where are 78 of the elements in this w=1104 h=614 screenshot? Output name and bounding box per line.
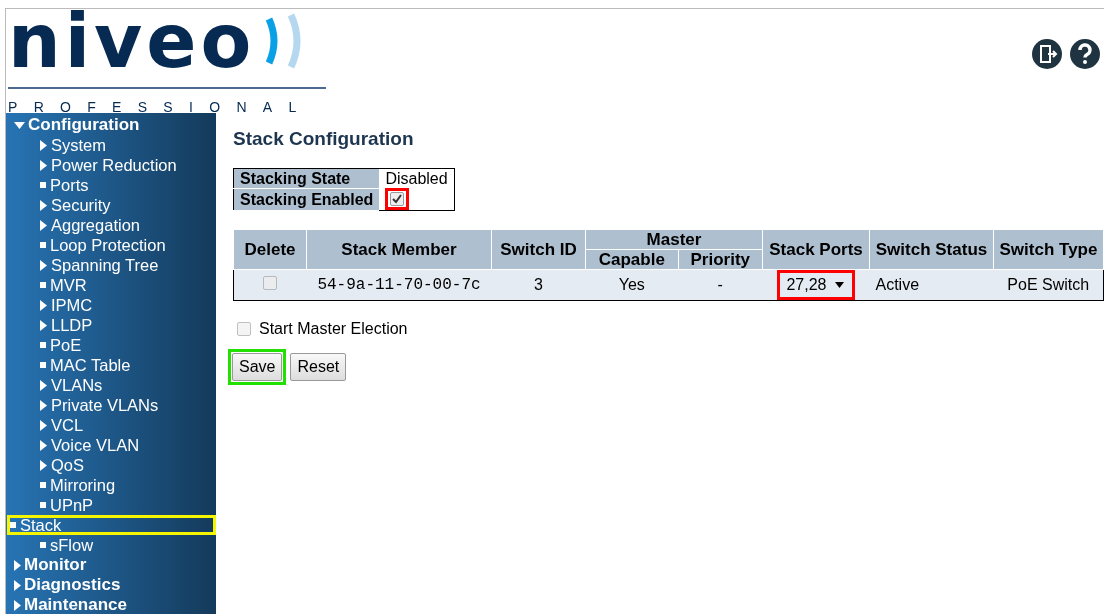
sidebar-subitem[interactable]: sFlow — [14, 535, 216, 555]
caret-right-icon — [40, 259, 47, 271]
sidebar-subitem[interactable]: Mirroring — [14, 475, 216, 495]
page-title: Stack Configuration — [233, 127, 415, 151]
checkbox[interactable] — [390, 192, 405, 206]
bullet-icon — [40, 182, 46, 188]
table-cell: 3 — [491, 269, 586, 301]
field-value: Disabled — [379, 168, 455, 188]
sidebar-item[interactable]: Monitor — [14, 555, 216, 575]
dropdown-arrow-icon — [834, 282, 844, 288]
form-button[interactable]: Save — [232, 353, 283, 381]
sidebar-subitem[interactable]: System — [14, 135, 216, 155]
logout-icon[interactable] — [1032, 39, 1062, 69]
bullet-icon — [40, 542, 46, 548]
caret-right-icon — [40, 299, 47, 311]
caret-right-icon — [40, 399, 47, 411]
sidebar-subitem[interactable]: Ports — [14, 175, 216, 195]
sidebar-item[interactable]: Configuration — [14, 115, 216, 135]
sidebar-subitem[interactable]: Power Reduction — [14, 155, 216, 175]
sidebar-item[interactable]: Diagnostics — [14, 575, 216, 595]
help-icon[interactable] — [1070, 39, 1100, 69]
caret-right-icon — [40, 419, 47, 431]
table-cell: Yes — [585, 269, 679, 301]
bullet-icon — [40, 482, 46, 488]
sidebar-subitem[interactable]: VLANs — [14, 375, 216, 395]
sidebar-subitem[interactable]: PoE — [14, 335, 216, 355]
sidebar-subitem[interactable]: Spanning Tree — [14, 255, 216, 275]
column-header: Delete — [233, 229, 307, 270]
column-header: Master — [585, 229, 763, 250]
table-cell: 54-9a-11-70-00-7c — [306, 269, 492, 301]
sidebar-subitem[interactable]: Private VLANs — [14, 395, 216, 415]
sidebar-subitem[interactable]: Aggregation — [14, 215, 216, 235]
sidebar-subitem[interactable]: VCL — [14, 415, 216, 435]
caret-right-icon — [40, 199, 47, 211]
sidebar-subitem[interactable]: Security — [14, 195, 216, 215]
column-header: Switch Type — [993, 229, 1104, 270]
bullet-icon — [40, 282, 46, 288]
caret-right-icon — [40, 139, 47, 151]
sidebar-item[interactable]: Maintenance — [14, 595, 216, 614]
sidebar-subitem[interactable]: Stack — [7, 515, 216, 535]
checkbox[interactable] — [237, 322, 251, 336]
caret-right-icon — [40, 219, 47, 231]
table-cell: PoE Switch — [993, 269, 1104, 301]
field-label: Stacking Enabled — [233, 188, 380, 211]
checkbox[interactable] — [263, 276, 278, 290]
table-cell: - — [678, 269, 763, 301]
sidebar-subitem[interactable]: MVR — [14, 275, 216, 295]
bullet-icon — [40, 242, 46, 248]
caret-right-icon — [40, 379, 47, 391]
checkbox-label: Start Master Election — [259, 319, 408, 339]
sidebar-subitem[interactable]: Loop Protection — [14, 235, 216, 255]
column-header: Stack Member — [306, 229, 492, 270]
caret-right-icon — [40, 459, 47, 471]
caret-right-icon — [40, 439, 47, 451]
form-button[interactable]: Reset — [290, 353, 347, 381]
field-label: Stacking State — [233, 168, 380, 188]
sidebar-subitem[interactable]: QoS — [14, 455, 216, 475]
caret-down-icon — [14, 121, 25, 129]
sidebar-subitem[interactable]: MAC Table — [14, 355, 216, 375]
caret-right-icon — [14, 599, 21, 611]
sidebar-subitem[interactable]: Voice VLAN — [14, 435, 216, 455]
column-header: Switch ID — [491, 229, 586, 270]
bullet-icon — [40, 342, 46, 348]
column-header: Stack Ports — [762, 229, 870, 270]
caret-right-icon — [40, 159, 47, 171]
table-cell: Active — [869, 269, 994, 301]
bullet-icon — [40, 502, 46, 508]
checkmark-icon — [392, 194, 403, 204]
caret-right-icon — [14, 559, 21, 571]
bullet-icon — [10, 522, 16, 528]
bullet-icon — [40, 362, 46, 368]
sidebar-subitem[interactable]: LLDP — [14, 315, 216, 335]
logo-wordmark: niveo — [8, 9, 256, 73]
sidebar-subitem[interactable]: IPMC — [14, 295, 216, 315]
sidebar-subitem[interactable]: UPnP — [14, 495, 216, 515]
column-header: Switch Status — [869, 229, 994, 270]
caret-right-icon — [40, 319, 47, 331]
caret-right-icon — [14, 579, 21, 591]
